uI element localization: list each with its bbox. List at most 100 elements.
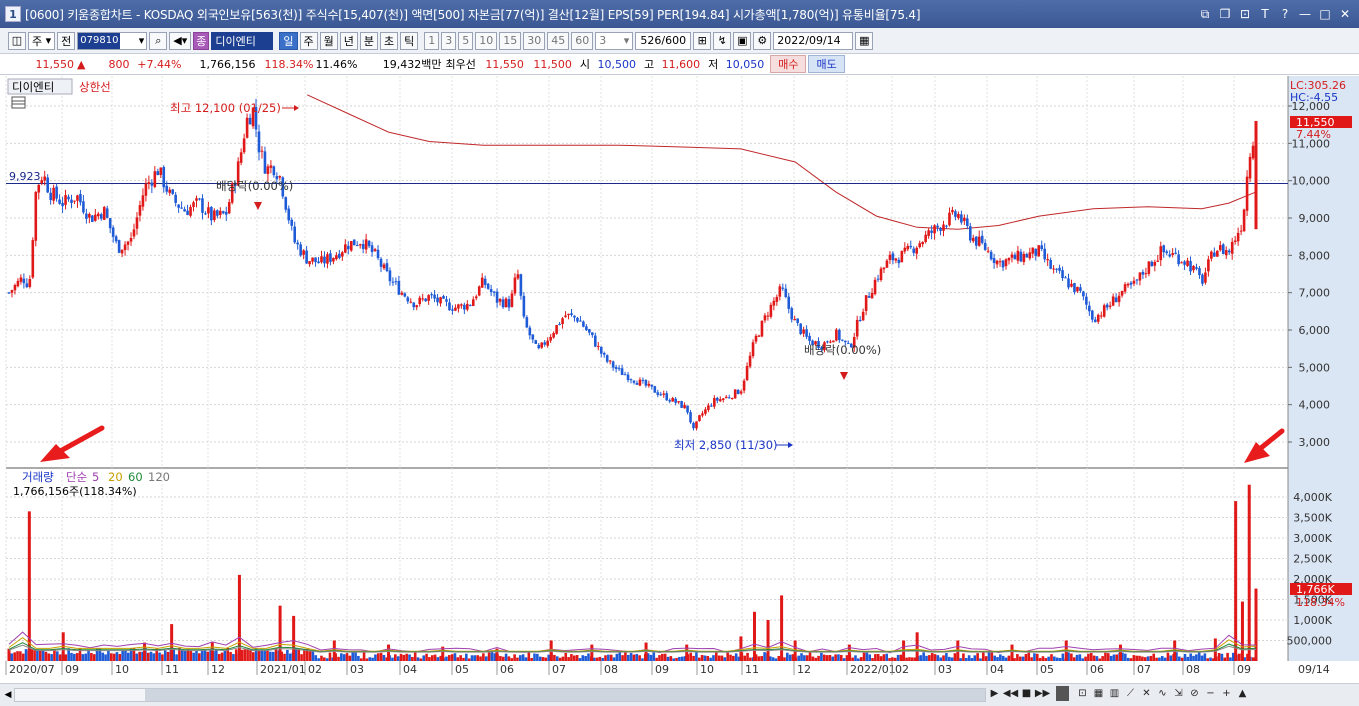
stock-name-display[interactable]: 디이엔티 [211, 31, 274, 50]
count-input[interactable]: 526/600 [635, 31, 692, 50]
save-icon[interactable]: ▣ [733, 31, 752, 50]
stock-code-input[interactable]: 079810 ▾ [77, 31, 148, 50]
restore-window-icon[interactable]: ❐ [1217, 6, 1233, 22]
ma-period-5[interactable]: 5 [92, 470, 99, 484]
speaker-icon[interactable]: ◀▾ [169, 31, 192, 50]
volume-bar [518, 655, 522, 661]
minute-option-5[interactable]: 5 [458, 31, 474, 50]
minute-option-15[interactable]: 15 [499, 31, 522, 50]
candle-body [1016, 250, 1020, 261]
settings-toggle-icon[interactable]: ⊞ [693, 31, 712, 50]
volume-bar [1135, 655, 1138, 661]
volume-bar [803, 655, 806, 661]
lock-icon[interactable]: ⊡ [1237, 6, 1253, 22]
buy-button[interactable]: 매수 [770, 55, 807, 73]
calendar-icon[interactable]: ▦ [855, 31, 874, 50]
grid-icon[interactable]: ▥ [1108, 686, 1121, 701]
time-axis-ticks: 2020/07 09 10 11 12 2021/01 02 03 04 05 06 07 08 09 10… [5, 661, 1330, 676]
scroll-track[interactable] [14, 688, 986, 702]
volume-tick-label: 500,000 [1287, 635, 1333, 648]
zoom-in-icon[interactable]: + [1220, 686, 1233, 701]
scroll-right-icon[interactable]: ▲ [1236, 686, 1249, 701]
candle-body [25, 283, 29, 288]
candle-body [1177, 254, 1180, 265]
candle-body [1028, 252, 1032, 259]
stock-label[interactable]: 디이엔티 [12, 80, 54, 94]
maximize-icon[interactable]: □ [1317, 6, 1333, 22]
candle-body [1019, 251, 1023, 262]
limit-label[interactable]: 상한선 [79, 80, 111, 94]
prev-button[interactable]: 전 [57, 31, 76, 50]
chart-icon[interactable]: ⊡ [1076, 686, 1089, 701]
help-icon[interactable]: ? [1277, 6, 1293, 22]
tab-second[interactable]: 초 [380, 31, 399, 50]
tab-tick[interactable]: 틱 [400, 31, 419, 50]
level-line-label[interactable]: 9,923 [9, 170, 41, 183]
minute-option-45[interactable]: 45 [547, 31, 570, 50]
search-icon[interactable]: ⌕ [149, 31, 168, 50]
chart-area[interactable]: 12,000 11,000 10,000 9,000 8,000 7,000 6,000 5,… [0, 76, 1359, 684]
crosshair-icon[interactable]: ✕ [1140, 686, 1153, 701]
volume-bar [166, 651, 170, 661]
scroll-left-icon[interactable]: ◀ [2, 688, 14, 702]
gear-icon[interactable]: ⚙ [753, 31, 772, 50]
candle-body [1102, 305, 1106, 317]
export-icon[interactable]: ⇲ [1172, 686, 1185, 701]
period-select[interactable]: 주 ▾ [28, 31, 56, 50]
line-tool-icon[interactable]: ⟋ [1124, 686, 1137, 701]
measure-icon[interactable]: ⊘ [1188, 686, 1201, 701]
candle-body [117, 240, 121, 253]
candle-body [150, 182, 154, 186]
volume-title[interactable]: 거래량 [22, 470, 54, 484]
candle-body [221, 211, 225, 214]
stock-badge[interactable]: 종 [193, 31, 210, 50]
zoom-out-icon[interactable]: − [1204, 686, 1217, 701]
minute-option-10[interactable]: 10 [475, 31, 498, 50]
layout-icon[interactable]: ◫ [8, 31, 26, 50]
minimize-icon[interactable]: — [1297, 6, 1313, 22]
volume-bar [1203, 653, 1207, 661]
play-icon[interactable]: ▶ [988, 686, 1001, 701]
zoom-slider[interactable] [1056, 686, 1069, 701]
ma-period-20[interactable]: 20 [108, 470, 123, 484]
close-icon[interactable]: ✕ [1337, 6, 1353, 22]
table-icon[interactable] [11, 96, 26, 109]
tab-week[interactable]: 주 [299, 31, 318, 50]
ma-label[interactable]: 단순 [66, 470, 87, 484]
candle-body [546, 340, 549, 346]
interval-select[interactable]: 3 ▾ [595, 31, 634, 50]
time-tick-label: 12 [211, 663, 225, 676]
layout-icon[interactable]: ▦ [1092, 686, 1105, 701]
volume-bar [786, 652, 789, 661]
volume-bar [1149, 655, 1153, 661]
fast-forward-icon[interactable]: ▶▶ [1035, 686, 1050, 701]
candle-body [882, 267, 886, 270]
tab-minute[interactable]: 분 [359, 31, 379, 50]
rewind-icon[interactable]: ◀◀ [1003, 686, 1018, 701]
date-input[interactable]: 2022/09/14 [773, 31, 854, 50]
minute-option-3[interactable]: 3 [441, 31, 457, 50]
time-tick-label: 11 [165, 663, 179, 676]
candle-body [1085, 296, 1088, 305]
candle-body [710, 405, 713, 407]
volume-bar [817, 655, 820, 661]
minute-option-30[interactable]: 30 [523, 31, 546, 50]
stop-icon[interactable]: ■ [1020, 686, 1033, 701]
text-icon[interactable]: T [1257, 6, 1273, 22]
ma-period-120[interactable]: 120 [148, 470, 170, 484]
candle-body [769, 304, 773, 317]
price-volume-chart[interactable]: 12,00011,00010,0009,0008,0007,0006,0005,… [0, 76, 1359, 684]
stats-icon[interactable]: ∿ [1156, 686, 1169, 701]
sell-button[interactable]: 매도 [808, 55, 845, 73]
link-icon[interactable]: ⧉ [1197, 6, 1213, 22]
ma-period-60[interactable]: 60 [128, 470, 143, 484]
minute-option-60[interactable]: 60 [571, 31, 594, 50]
tab-day[interactable]: 일 [279, 31, 298, 50]
tab-year[interactable]: 년 [339, 31, 358, 50]
scroll-thumb[interactable] [145, 689, 985, 701]
candle-body [397, 281, 401, 295]
minute-option-1[interactable]: 1 [424, 31, 440, 50]
crosshair-icon[interactable]: ↯ [713, 31, 732, 50]
stock-code-dropdown-icon[interactable]: ▾ [139, 34, 147, 47]
tab-month[interactable]: 월 [319, 31, 338, 50]
